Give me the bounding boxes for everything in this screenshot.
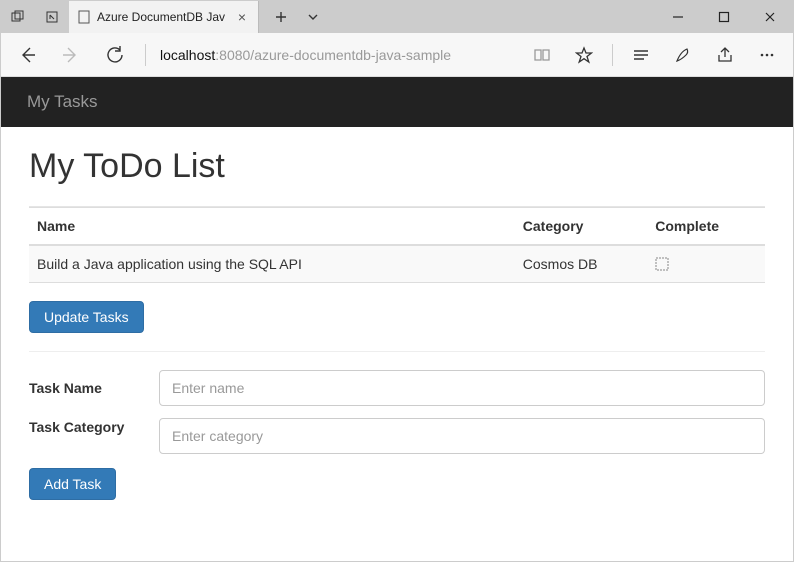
address-host: localhost — [160, 47, 215, 63]
address-path: :8080/azure-documentdb-java-sample — [215, 47, 451, 63]
cell-category: Cosmos DB — [515, 245, 647, 283]
tab-title: Azure DocumentDB Jav — [97, 10, 228, 24]
refresh-button[interactable] — [95, 35, 135, 75]
checkbox-icon[interactable] — [655, 257, 669, 271]
browser-tab[interactable]: Azure DocumentDB Jav × — [69, 1, 259, 33]
app-navbar: My Tasks — [1, 77, 793, 127]
navbar-brand[interactable]: My Tasks — [27, 92, 98, 112]
cell-complete — [647, 245, 765, 283]
address-bar[interactable]: localhost:8080/azure-documentdb-java-sam… — [156, 33, 518, 76]
window-minimize-button[interactable] — [655, 1, 701, 33]
notes-icon[interactable] — [663, 35, 703, 75]
new-tab-button[interactable] — [265, 1, 297, 33]
task-category-label: Task Category — [29, 418, 139, 436]
reading-view-icon[interactable] — [522, 35, 562, 75]
form-row-name: Task Name — [29, 370, 765, 406]
separator — [145, 44, 146, 66]
add-task-button[interactable]: Add Task — [29, 468, 116, 500]
window-close-button[interactable] — [747, 1, 793, 33]
set-aside-tabs-icon[interactable] — [35, 1, 69, 33]
separator — [29, 351, 765, 352]
page-icon — [77, 10, 91, 24]
table-header-row: Name Category Complete — [29, 208, 765, 246]
forward-button[interactable] — [51, 35, 91, 75]
back-button[interactable] — [7, 35, 47, 75]
column-header-complete: Complete — [647, 208, 765, 246]
window-titlebar: Azure DocumentDB Jav × — [1, 1, 793, 33]
share-icon[interactable] — [705, 35, 745, 75]
more-icon[interactable] — [747, 35, 787, 75]
task-category-input[interactable] — [159, 418, 765, 454]
column-header-name: Name — [29, 208, 515, 246]
task-name-label: Task Name — [29, 379, 139, 397]
table-row: Build a Java application using the SQL A… — [29, 245, 765, 283]
window-maximize-button[interactable] — [701, 1, 747, 33]
tab-close-icon[interactable]: × — [234, 10, 250, 24]
task-name-input[interactable] — [159, 370, 765, 406]
page-title: My ToDo List — [29, 147, 765, 186]
separator — [612, 44, 613, 66]
hub-icon[interactable] — [621, 35, 661, 75]
update-tasks-button[interactable]: Update Tasks — [29, 301, 144, 333]
tabs-overview-icon[interactable] — [1, 1, 35, 33]
column-header-category: Category — [515, 208, 647, 246]
todo-table: Name Category Complete Build a Java appl… — [29, 207, 765, 283]
browser-toolbar: localhost:8080/azure-documentdb-java-sam… — [1, 33, 793, 77]
cell-name: Build a Java application using the SQL A… — [29, 245, 515, 283]
favorite-star-icon[interactable] — [564, 35, 604, 75]
form-row-category: Task Category — [29, 418, 765, 454]
tab-actions-icon[interactable] — [299, 1, 327, 33]
page-content: My ToDo List Name Category Complete Buil… — [1, 127, 793, 538]
